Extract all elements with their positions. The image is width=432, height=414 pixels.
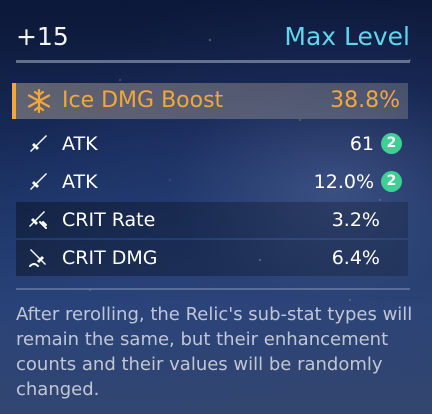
sub-stat-label: ATK — [62, 171, 98, 193]
sword-icon — [26, 170, 50, 194]
crit-rate-icon — [26, 208, 50, 232]
reroll-description: After rerolling, the Relic's sub-stat ty… — [16, 304, 413, 400]
sub-stat-row-crit-dmg: CRIT DMG 6.4% — [16, 240, 408, 276]
description-divider — [16, 288, 410, 290]
sub-stat-value: 3.2% — [331, 209, 380, 231]
sub-stat-label: CRIT DMG — [62, 247, 158, 269]
header-divider — [16, 60, 410, 63]
enhance-count-badge: 2 — [381, 133, 402, 154]
sub-stat-row-crit-rate: CRIT Rate 3.2% — [16, 202, 408, 238]
ice-snowflake-icon — [26, 88, 52, 114]
sub-stat-value: 61 — [349, 133, 374, 155]
sub-stat-label: CRIT Rate — [62, 209, 156, 231]
main-stat-label: Ice DMG Boost — [62, 88, 224, 113]
enhance-count-badge: 2 — [381, 171, 402, 192]
relic-level: +15 — [16, 22, 69, 51]
sub-stat-label: ATK — [62, 133, 98, 155]
relic-header: +15 Max Level — [16, 22, 410, 56]
sub-stat-value: 6.4% — [331, 247, 380, 269]
sub-stat-row-atk-percent: ATK 12.0% 2 — [16, 164, 408, 200]
max-level-label: Max Level — [284, 22, 410, 51]
main-stat-value: 38.8% — [330, 88, 400, 113]
main-stat-row: Ice DMG Boost 38.8% — [12, 83, 408, 119]
sword-icon — [26, 132, 50, 156]
sub-stat-row-atk-flat: ATK 61 2 — [16, 126, 408, 162]
sub-stat-value: 12.0% — [313, 171, 374, 193]
crit-dmg-icon — [26, 246, 50, 270]
